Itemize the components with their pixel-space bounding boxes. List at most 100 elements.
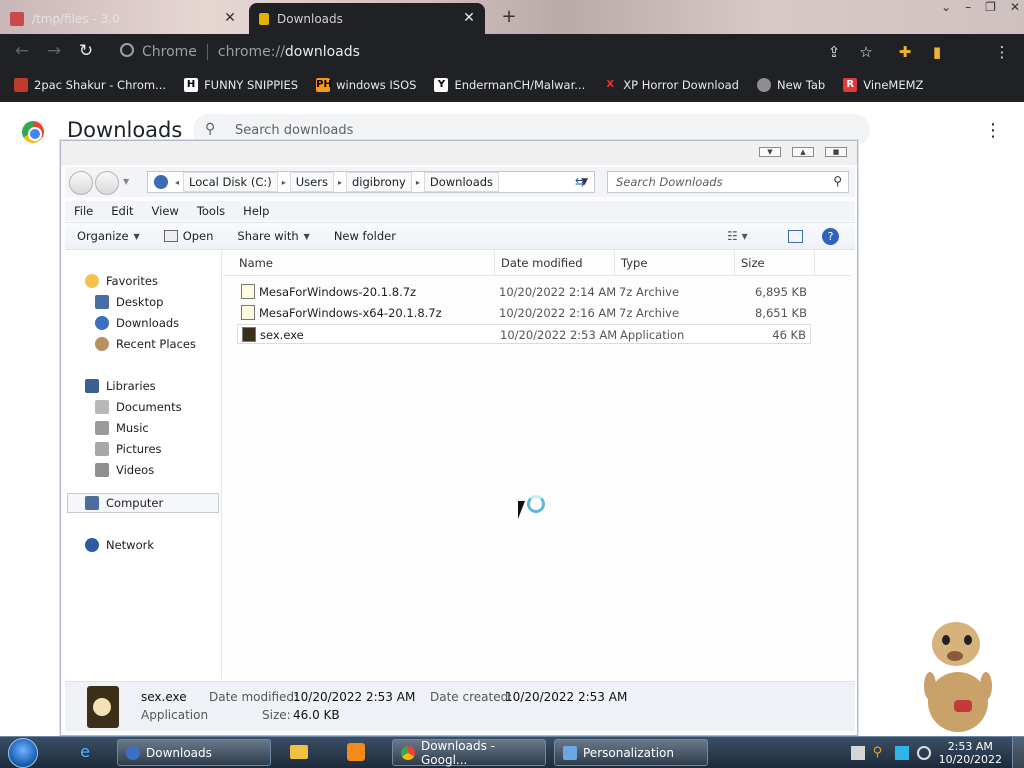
minimize-button[interactable]: ▼ (759, 147, 781, 157)
nav-favorites[interactable]: Favorites (85, 271, 158, 290)
tab-downloads[interactable]: Downloads ✕ (249, 3, 485, 34)
maximize-button[interactable]: ▲ (792, 147, 814, 157)
breadcrumb-users[interactable]: Users (289, 172, 334, 192)
media-player-icon[interactable] (290, 745, 308, 759)
taskbar-button-chrome[interactable]: Downloads - Googl... (392, 739, 546, 767)
star-icon (85, 273, 99, 288)
address-bar[interactable]: Chrome chrome://downloads (110, 38, 890, 65)
file-size: 6,895 KB (754, 285, 807, 299)
new-tab-button[interactable]: + (498, 6, 520, 27)
bookmark-favicon: X (606, 79, 615, 90)
chevron-right-icon[interactable]: ▸ (335, 178, 345, 187)
close-button[interactable]: ■ (825, 147, 847, 157)
volume-icon[interactable] (916, 745, 931, 760)
side-panel-icon[interactable]: ▮ (928, 43, 946, 61)
close-icon[interactable]: ✕ (461, 10, 477, 26)
nav-music[interactable]: Music (95, 418, 149, 437)
search-icon[interactable]: ⚲ (833, 174, 842, 188)
app-icon[interactable] (347, 743, 365, 761)
column-type[interactable]: Type (615, 251, 735, 276)
menu-edit[interactable]: Edit (102, 201, 142, 221)
nav-videos[interactable]: Videos (95, 460, 154, 479)
menu-file[interactable]: File (65, 201, 102, 221)
videos-icon (95, 462, 109, 477)
chevron-down-icon[interactable]: ⌄ (941, 0, 951, 14)
menu-help[interactable]: Help (234, 201, 278, 221)
bookmark-item[interactable]: X XP Horror Download (603, 78, 739, 92)
nav-documents[interactable]: Documents (95, 397, 182, 416)
nav-downloads[interactable]: Downloads (95, 313, 179, 332)
back-icon[interactable]: ← (12, 41, 32, 61)
close-icon[interactable]: ✕ (1010, 0, 1020, 14)
tab-tmp-files[interactable]: /tmp/files - 3.0 ✕ (0, 3, 246, 34)
more-actions-icon[interactable]: ⋮ (984, 120, 1002, 141)
forward-icon[interactable]: → (44, 41, 64, 61)
nav-recent-places[interactable]: Recent Places (95, 334, 196, 353)
chevron-right-icon[interactable]: ▸ (413, 178, 423, 187)
bookmark-item[interactable]: PH windows ISOS (316, 78, 416, 92)
refresh-icon[interactable]: ⇆ (575, 175, 585, 189)
file-row[interactable]: MesaForWindows-x64-20.1.8.7z 10/20/2022 … (237, 303, 811, 323)
file-row[interactable]: MesaForWindows-20.1.8.7z 10/20/2022 2:14… (237, 282, 811, 302)
recent-pages-chevron-icon[interactable]: ▼ (123, 177, 129, 186)
bookmark-item[interactable]: H FUNNY SNIPPIES (184, 78, 298, 92)
reload-icon[interactable]: ↻ (76, 41, 96, 61)
search-icon[interactable]: ⚲ (873, 745, 887, 760)
close-icon[interactable]: ✕ (222, 10, 238, 26)
nav-desktop[interactable]: Desktop (95, 292, 163, 311)
breadcrumb-digibrony[interactable]: digibrony (345, 172, 412, 192)
menu-tools[interactable]: Tools (188, 201, 234, 221)
tray-app-icon[interactable] (850, 745, 865, 760)
explorer-search-input[interactable]: Search Downloads ⚲ (607, 171, 849, 193)
internet-explorer-icon[interactable]: e (72, 740, 98, 764)
column-size[interactable]: Size (735, 251, 815, 276)
tab-title: Downloads (277, 11, 343, 26)
open-button[interactable]: Open (152, 229, 226, 243)
bookmark-item[interactable]: Y EndermanCH/Malwar... (434, 78, 585, 92)
preview-pane-icon[interactable] (788, 230, 803, 243)
music-icon (95, 420, 109, 435)
star-icon[interactable]: ☆ (857, 43, 875, 61)
nav-network[interactable]: Network (85, 535, 154, 554)
organize-button[interactable]: Organize ▼ (65, 229, 152, 243)
column-date-modified[interactable]: Date modified (495, 251, 615, 276)
archive-icon (241, 284, 255, 299)
breadcrumb-local-disk[interactable]: Local Disk (C:) (183, 172, 278, 192)
bookmark-item[interactable]: R VineMEMZ (843, 78, 923, 92)
help-icon[interactable]: ? (822, 228, 839, 245)
minimize-icon[interactable]: – (965, 0, 971, 14)
nav-pictures[interactable]: Pictures (95, 439, 162, 458)
show-desktop-button[interactable] (1012, 737, 1024, 768)
open-icon (163, 230, 178, 242)
new-folder-button[interactable]: New folder (322, 229, 408, 243)
file-row[interactable]: sex.exe 10/20/2022 2:53 AM Application 4… (237, 324, 811, 344)
share-with-button[interactable]: Share with ▼ (225, 229, 321, 243)
taskbar-clock[interactable]: 2:53 AM 10/20/2022 (939, 740, 1002, 766)
breadcrumb-downloads[interactable]: Downloads (423, 172, 500, 192)
chrome-icon (401, 745, 415, 760)
network-status-icon[interactable] (894, 745, 909, 760)
bookmark-favicon: H (184, 78, 199, 92)
chevron-right-icon[interactable]: ▸ (279, 178, 289, 187)
bookmark-item[interactable]: New Tab (757, 78, 825, 92)
column-name[interactable]: Name (233, 251, 495, 276)
taskbar-button-downloads[interactable]: Downloads (117, 739, 271, 766)
nav-libraries[interactable]: Libraries (85, 376, 156, 395)
view-options-icon[interactable]: ☷ ▾ (727, 229, 748, 243)
explorer-breadcrumb[interactable]: ◂ Local Disk (C:) ▸ Users ▸ digibrony ▸ … (147, 171, 595, 193)
nav-computer[interactable]: Computer (85, 493, 163, 512)
restore-icon[interactable]: ❐ (985, 0, 996, 14)
back-button[interactable] (69, 171, 93, 195)
taskbar-button-personalization[interactable]: Personalization (554, 739, 708, 766)
extensions-icon[interactable]: ✚ (896, 43, 914, 61)
navigation-pane: Favorites Desktop Downloads Recent Place… (65, 251, 222, 679)
forward-button[interactable] (95, 171, 119, 195)
chevron-left-icon[interactable]: ◂ (172, 178, 182, 187)
bookmark-item[interactable]: 2pac Shakur - Chrom... (14, 78, 166, 92)
menu-icon[interactable]: ⋮ (993, 43, 1011, 61)
chrome-logo-icon (22, 121, 44, 143)
share-icon[interactable]: ⇪ (825, 43, 843, 61)
file-date: 10/20/2022 2:53 AM (500, 328, 618, 342)
menu-view[interactable]: View (143, 201, 188, 221)
start-button[interactable] (8, 738, 38, 768)
